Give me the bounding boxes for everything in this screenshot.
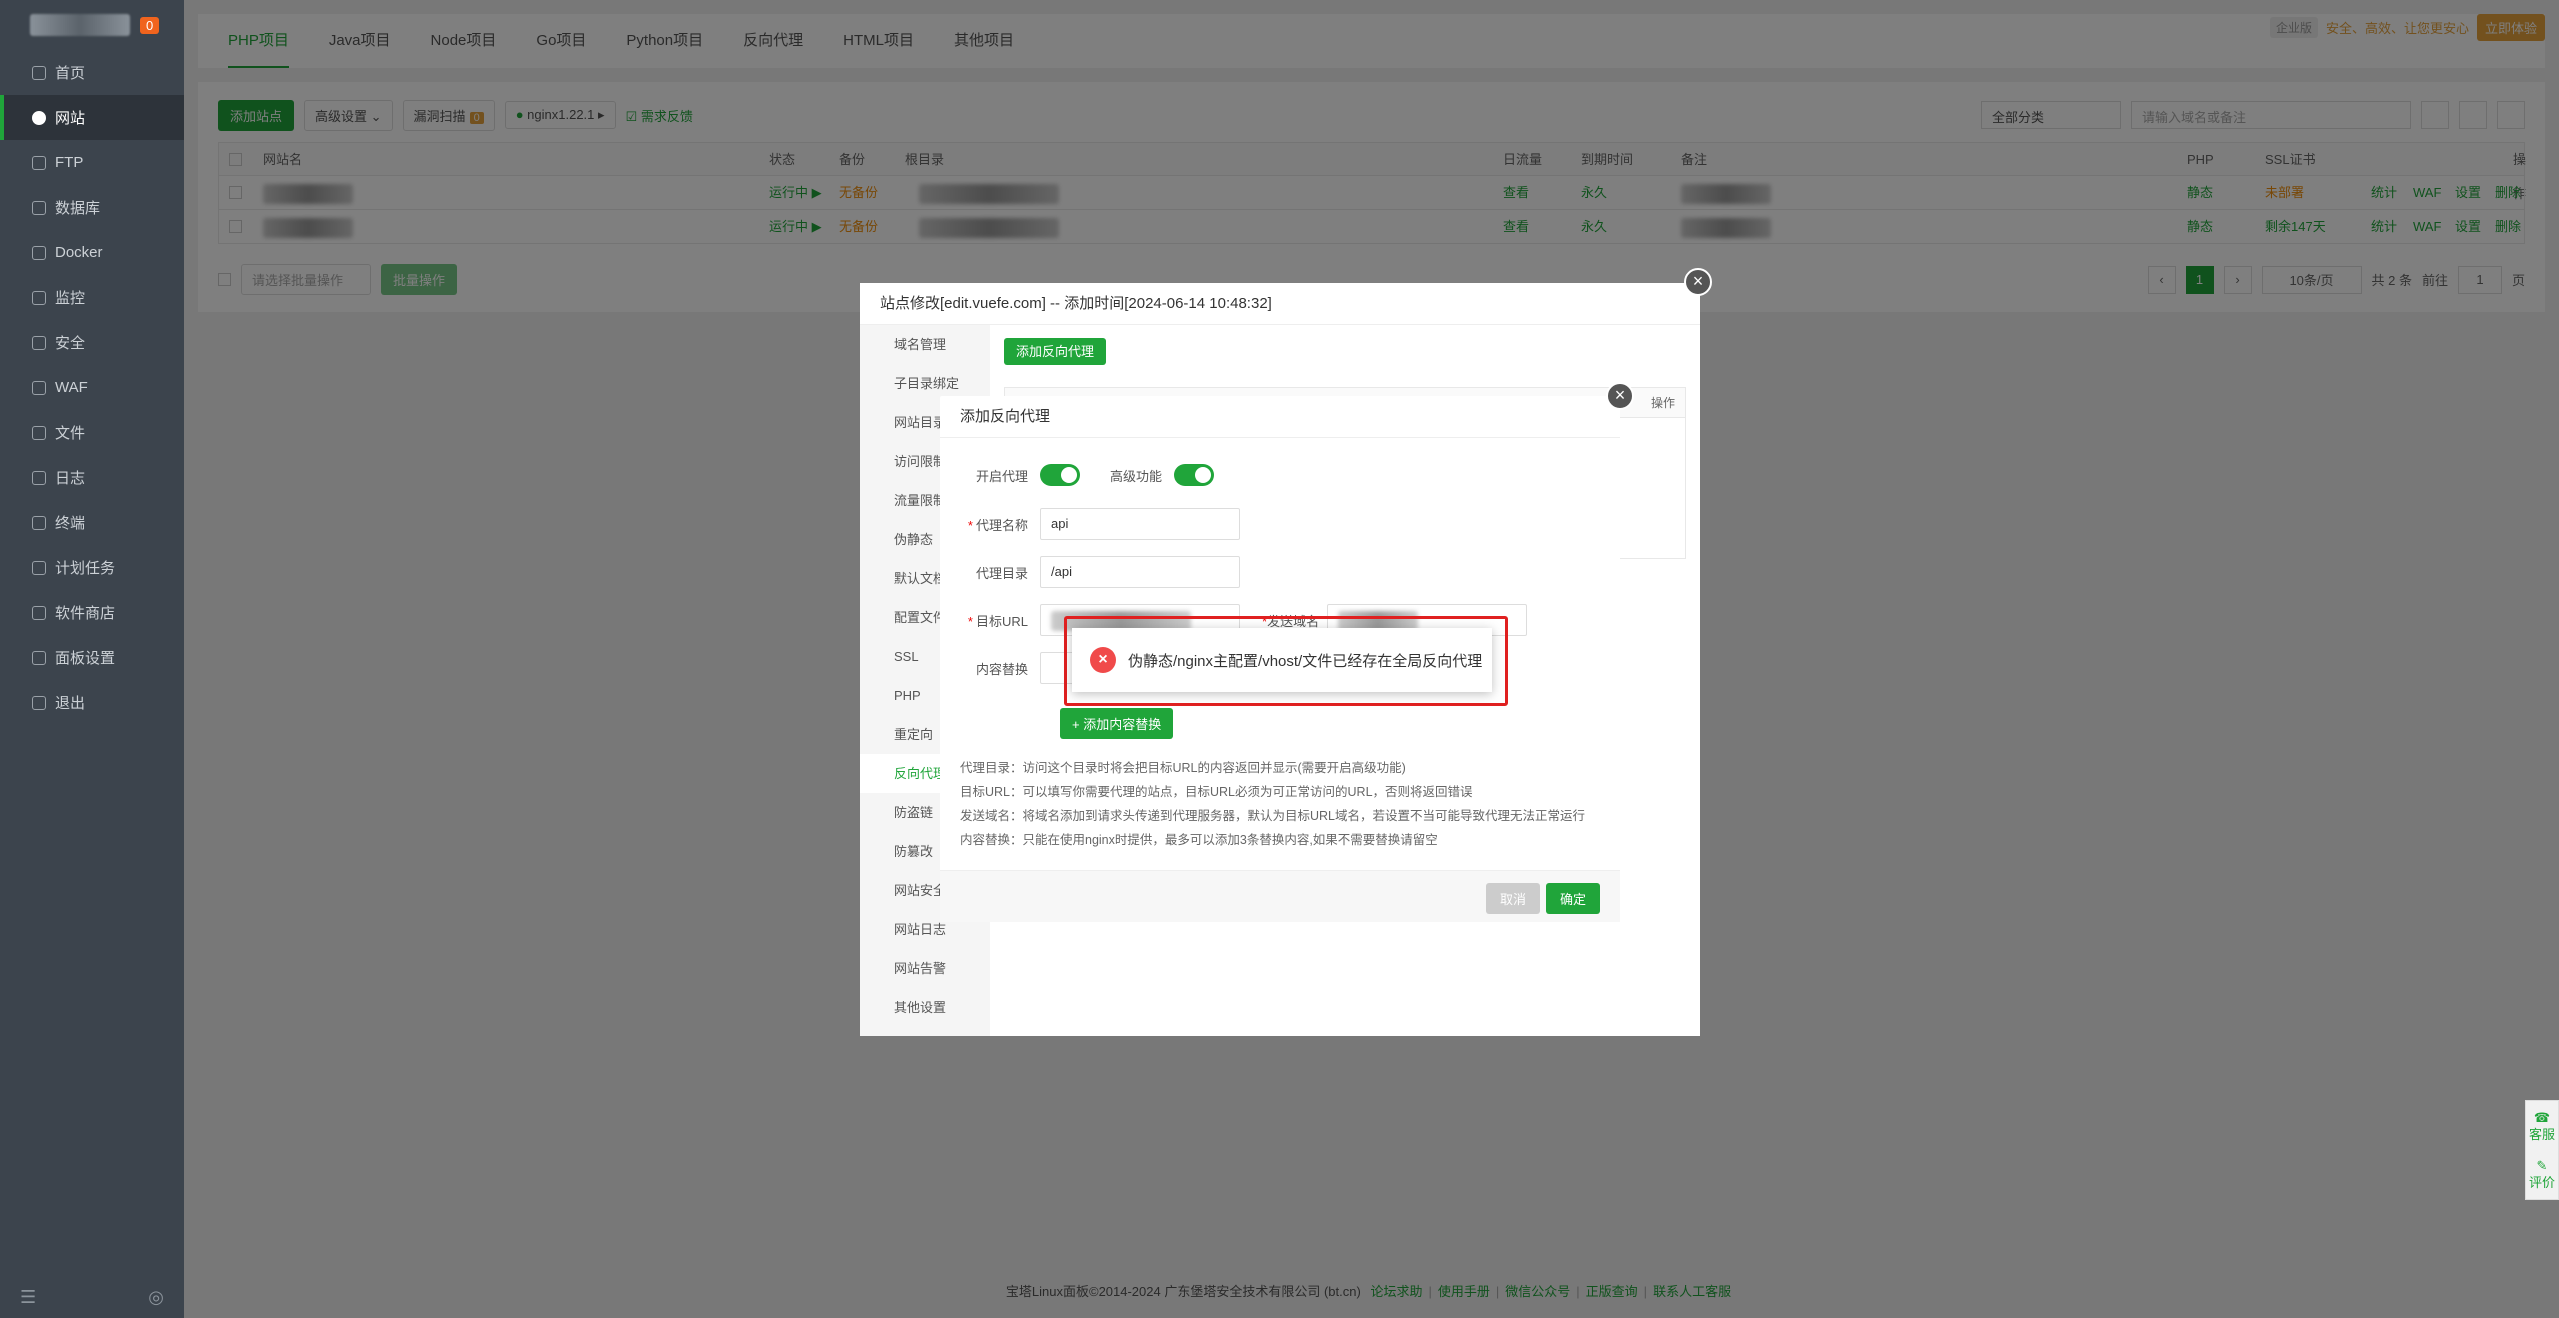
folder-icon xyxy=(32,425,46,440)
advanced-feature-label: 高级功能 xyxy=(1110,468,1163,484)
sidebar-item-4[interactable]: Docker xyxy=(0,230,184,275)
sidebar-item-label: 安全 xyxy=(55,335,86,352)
site-menu-item-16[interactable]: 网站告警 xyxy=(860,949,990,988)
gear-icon xyxy=(32,650,46,665)
enable-proxy-label: 开启代理 xyxy=(975,468,1028,484)
site-dialog-close-icon[interactable]: × xyxy=(1684,268,1712,296)
proxy-dialog-close-icon[interactable]: × xyxy=(1606,382,1634,410)
sidebar-item-3[interactable]: 数据库 xyxy=(0,185,184,230)
notification-badge[interactable]: 0 xyxy=(140,16,160,34)
home-icon xyxy=(32,65,46,80)
sidebar-item-5[interactable]: 监控 xyxy=(0,275,184,320)
site-dialog-title: 站点修改[edit.vuefe.com] -- 添加时间[2024-06-14 … xyxy=(860,283,1700,325)
proxy-dialog-footer: 取消 确定 xyxy=(940,870,1620,922)
review-label: 评价 xyxy=(2528,1175,2555,1190)
sidebar-item-label: 计划任务 xyxy=(55,560,116,577)
proxy-ops-header: 操作 xyxy=(1650,396,1675,410)
ftp-icon xyxy=(32,155,46,170)
proxy-note: 代理目录：访问这个目录时将会把目标URL的内容返回并显示(需要开启高级功能) xyxy=(960,761,1406,775)
proxy-name-label-text: 代理名称 xyxy=(975,517,1028,533)
confirm-button[interactable]: 确定 xyxy=(1545,883,1600,914)
monitor-icon xyxy=(32,290,46,305)
sidebar-item-label: 日志 xyxy=(55,470,86,487)
sidebar-item-label: 文件 xyxy=(55,425,86,442)
sidebar-item-label: 终端 xyxy=(55,515,86,532)
sidebar-item-label: FTP xyxy=(55,154,84,171)
sidebar-footer: ☰ ◎ xyxy=(20,1287,164,1308)
proxy-name-label: * 代理名称 xyxy=(967,517,1028,533)
sidebar-item-label: 软件商店 xyxy=(55,605,116,622)
add-replace-label: 添加内容替换 xyxy=(1083,717,1162,732)
sidebar-item-11[interactable]: 计划任务 xyxy=(0,545,184,590)
add-proxy-button[interactable]: 添加反向代理 xyxy=(1004,338,1107,365)
error-icon: × xyxy=(1090,647,1116,673)
sidebar-item-label: 数据库 xyxy=(55,200,101,217)
service-label: 客服 xyxy=(2528,1127,2555,1142)
sidebar-item-12[interactable]: 软件商店 xyxy=(0,590,184,635)
sidebar-item-label: WAF xyxy=(55,379,88,396)
proxy-note: 目标URL：可以填写你需要代理的站点，目标URL必须为可正常访问的URL，否则将… xyxy=(960,785,1473,799)
sidebar-item-label: 网站 xyxy=(55,110,86,127)
review-button[interactable]: ✎ 评价 xyxy=(2526,1157,2558,1191)
sidebar-item-8[interactable]: 文件 xyxy=(0,410,184,455)
site-menu-item-0[interactable]: 域名管理 xyxy=(860,325,990,364)
terminal-icon xyxy=(32,515,46,530)
content-replace-label: 内容替换 xyxy=(975,661,1028,677)
proxy-dialog-title: 添加反向代理 xyxy=(940,396,1620,438)
sidebar-item-label: Docker xyxy=(55,244,103,261)
log-icon xyxy=(32,470,46,485)
logout-icon xyxy=(32,695,46,710)
error-toast: × 伪静态/nginx主配置/vhost/文件已经存在全局反向代理 xyxy=(1072,628,1492,692)
sidebar-item-9[interactable]: 日志 xyxy=(0,455,184,500)
enable-proxy-toggle[interactable] xyxy=(1040,464,1080,486)
name-row: * 代理名称 api xyxy=(940,508,1240,540)
clock-icon xyxy=(32,560,46,575)
sidebar: 0 首页网站 FTP 数据库 Docker 监控安全 WAF 文件日志终端计划任务软件商店面… xyxy=(0,0,184,1318)
sidebar-item-10[interactable]: 终端 xyxy=(0,500,184,545)
proxy-note: 发送域名：将域名添加到请求头传递到代理服务器，默认为目标URL域名，若设置不当可… xyxy=(960,809,1586,823)
proxy-dir-input[interactable]: /api xyxy=(1040,556,1240,588)
sidebar-header: 0 xyxy=(0,0,184,50)
store-icon xyxy=(32,605,46,620)
add-replace-row: + 添加内容替换 xyxy=(1060,708,1174,739)
sidebar-item-1[interactable]: 网站 xyxy=(0,95,184,140)
proxy-name-input[interactable]: api xyxy=(1040,508,1240,540)
cancel-button[interactable]: 取消 xyxy=(1485,883,1540,914)
database-icon xyxy=(32,200,46,215)
waf-icon xyxy=(32,380,46,395)
sidebar-item-label: 监控 xyxy=(55,290,86,307)
shield-icon xyxy=(32,335,46,350)
sidebar-item-2[interactable]: FTP xyxy=(0,140,184,185)
site-dialog-body: 添加反向代理 操作 xyxy=(1004,338,1686,559)
site-menu-item-17[interactable]: 其他设置 xyxy=(860,988,990,1027)
proxy-note: 内容替换：只能在使用nginx时提供，最多可以添加3条替换内容,如果不需要替换请… xyxy=(960,833,1438,847)
user-info[interactable] xyxy=(30,14,130,36)
proxy-dir-label: 代理目录 xyxy=(975,565,1028,581)
docker-icon xyxy=(32,245,46,260)
sidebar-item-label: 退出 xyxy=(55,695,86,712)
target-url-label: * 目标URL xyxy=(967,613,1028,629)
customer-service-button[interactable]: ☎ 客服 xyxy=(2526,1109,2558,1143)
sidebar-item-0[interactable]: 首页 xyxy=(0,50,184,95)
add-replace-button[interactable]: + 添加内容替换 xyxy=(1060,708,1174,739)
dir-row: 代理目录 /api xyxy=(940,556,1240,588)
proxy-notes: 代理目录：访问这个目录时将会把目标URL的内容返回并显示(需要开启高级功能) 目标… xyxy=(960,756,1585,852)
sidebar-item-label: 首页 xyxy=(55,65,86,82)
sidebar-item-7[interactable]: WAF xyxy=(0,365,184,410)
sidebar-item-6[interactable]: 安全 xyxy=(0,320,184,365)
sidebar-item-14[interactable]: 退出 xyxy=(0,680,184,725)
side-float-panel: ☎ 客服 ✎ 评价 xyxy=(2525,1100,2559,1200)
target-url-label-text: 目标URL xyxy=(975,613,1028,629)
collapse-icon[interactable]: ☰ xyxy=(20,1287,36,1308)
toast-message: 伪静态/nginx主配置/vhost/文件已经存在全局反向代理 xyxy=(1128,652,1483,670)
theme-icon[interactable]: ◎ xyxy=(148,1287,164,1308)
advanced-feature-toggle[interactable] xyxy=(1174,464,1215,486)
sidebar-item-label: 面板设置 xyxy=(55,650,116,667)
sidebar-item-13[interactable]: 面板设置 xyxy=(0,635,184,680)
globe-icon xyxy=(32,110,46,125)
enable-row: 开启代理 高级功能 xyxy=(940,464,1215,486)
